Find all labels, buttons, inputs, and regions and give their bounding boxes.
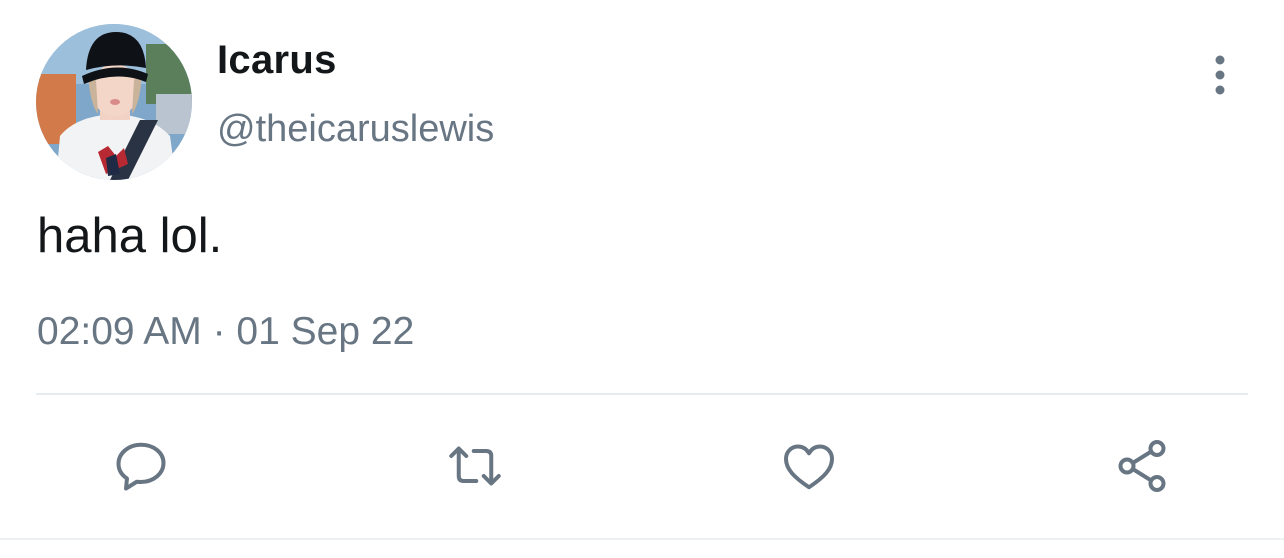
bottom-divider — [0, 538, 1284, 540]
reply-icon — [116, 442, 166, 491]
tweet-text: haha lol. — [37, 209, 223, 263]
reply-button[interactable] — [107, 432, 175, 500]
share-icon — [1118, 440, 1166, 492]
display-name[interactable]: Icarus — [217, 38, 337, 83]
share-button[interactable] — [1108, 432, 1176, 500]
more-options-button[interactable] — [1203, 52, 1237, 102]
retweet-button[interactable] — [441, 432, 509, 500]
tweet-timestamp[interactable]: 02:09 AM · 01 Sep 22 — [37, 310, 414, 354]
heart-icon — [784, 444, 834, 490]
avatar[interactable] — [36, 24, 192, 180]
more-vertical-icon — [1215, 55, 1225, 95]
retweet-icon — [449, 446, 501, 486]
user-handle[interactable]: @theicaruslewis — [217, 108, 494, 151]
avatar-photo — [36, 24, 192, 180]
tweet-card: Icarus @theicaruslewis haha lol. 02:09 A… — [0, 0, 1284, 558]
like-button[interactable] — [775, 432, 843, 500]
divider — [36, 393, 1248, 395]
